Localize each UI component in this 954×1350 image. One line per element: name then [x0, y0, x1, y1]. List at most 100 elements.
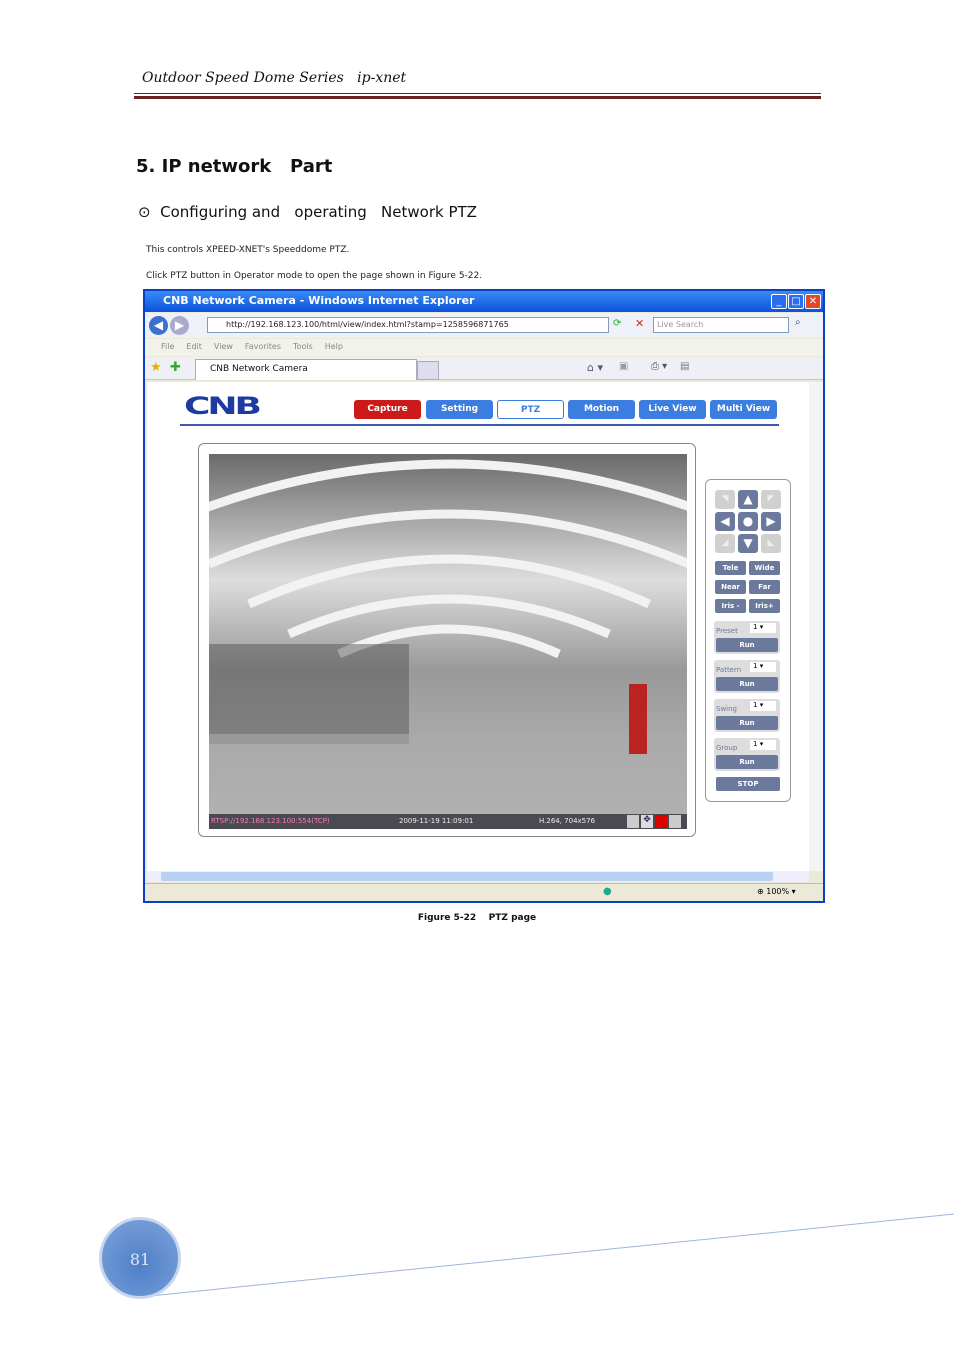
video-panel: RTSP://192.168.123.100:554(TCP) 2009-11-…: [198, 443, 696, 837]
preset-value: 1: [753, 623, 758, 631]
camera-video[interactable]: [209, 454, 687, 814]
pattern-group: Pattern 1 ▾ Run: [714, 660, 780, 693]
swing-select[interactable]: 1 ▾: [750, 701, 776, 711]
scroll-thumb[interactable]: [161, 872, 773, 881]
zoom-level[interactable]: ⊕ 100% ▾: [757, 887, 796, 896]
search-input[interactable]: Live Search: [653, 317, 789, 333]
address-bar: ◀ ▶ http://192.168.123.100/html/view/ind…: [145, 313, 823, 338]
tab-multi-view[interactable]: Multi View: [710, 400, 777, 419]
tab-ptz[interactable]: PTZ: [497, 400, 564, 419]
nav-divider: [180, 424, 779, 426]
preset-run-button[interactable]: Run: [716, 638, 778, 652]
pan-up-right-button[interactable]: ◤: [761, 490, 781, 509]
paragraph: Click PTZ button in Operator mode to ope…: [146, 271, 483, 281]
menu-file[interactable]: File: [161, 342, 174, 356]
group-run-button[interactable]: Run: [716, 755, 778, 769]
swing-group: Swing 1 ▾ Run: [714, 699, 780, 732]
pattern-run-button[interactable]: Run: [716, 677, 778, 691]
forward-icon[interactable]: ▶: [170, 316, 189, 335]
fit-icon[interactable]: [627, 815, 639, 828]
header-rule: [134, 93, 821, 94]
pattern-select[interactable]: 1 ▾: [750, 662, 776, 672]
page-icon[interactable]: ▤: [680, 361, 689, 372]
swing-run-button[interactable]: Run: [716, 716, 778, 730]
near-button[interactable]: Near: [715, 580, 746, 594]
zoom-value: 100%: [766, 887, 790, 896]
maximize-button[interactable]: □: [788, 294, 804, 309]
new-tab-button[interactable]: [417, 361, 439, 380]
tab-setting[interactable]: Setting: [426, 400, 493, 419]
terminal-scene-image: [209, 459, 687, 814]
group-value: 1: [753, 740, 758, 748]
add-favorite-icon[interactable]: ✚: [170, 360, 181, 375]
menu-tools[interactable]: Tools: [293, 342, 313, 356]
pan-left-button[interactable]: ◀: [715, 512, 735, 531]
horizontal-scrollbar[interactable]: [147, 871, 809, 882]
wide-button[interactable]: Wide: [749, 561, 780, 575]
internet-zone-icon: ●: [603, 886, 612, 897]
pan-up-left-button[interactable]: ◥: [715, 490, 735, 509]
menu-favorites[interactable]: Favorites: [245, 342, 281, 356]
tab-capture[interactable]: Capture: [354, 400, 421, 419]
tele-button[interactable]: Tele: [715, 561, 746, 575]
home-icon[interactable]: ⌂ ▾: [587, 361, 603, 374]
search-icon[interactable]: ⌕: [795, 317, 801, 328]
pan-right-button[interactable]: ▶: [761, 512, 781, 531]
pan-down-button[interactable]: ▼: [738, 534, 758, 553]
stop-button[interactable]: STOP: [716, 777, 780, 791]
vertical-scrollbar[interactable]: [809, 382, 823, 871]
section-subtitle: ⊙ Configuring and operating Network PTZ: [138, 203, 477, 221]
video-status-bar: RTSP://192.168.123.100:554(TCP) 2009-11-…: [209, 814, 687, 829]
preset-group: Preset 1 ▾ Run: [714, 621, 780, 654]
pattern-label: Pattern: [716, 666, 742, 674]
home-position-button[interactable]: ●: [738, 512, 758, 531]
print-icon[interactable]: ⎙ ▾: [651, 361, 667, 372]
pan-up-button[interactable]: ▲: [738, 490, 758, 509]
group-select[interactable]: 1 ▾: [750, 740, 776, 750]
menu-bar: File Edit View Favorites Tools Help: [145, 339, 823, 356]
browser-tab[interactable]: CNB Network Camera: [195, 359, 417, 380]
swing-label: Swing: [716, 705, 737, 713]
section-title: 5. IP network Part: [136, 156, 333, 177]
pan-down-left-button[interactable]: ◢: [715, 534, 735, 553]
refresh-icon[interactable]: ⟳: [613, 318, 621, 329]
preset-label: Preset: [716, 627, 738, 635]
back-icon[interactable]: ◀: [149, 316, 168, 335]
far-button[interactable]: Far: [749, 580, 780, 594]
ptz-control-panel: ◥ ▲ ◤ ◀ ● ▶ ◢ ▼ ◣ Tele Wide Near Far Iri…: [705, 479, 791, 802]
status-bar: ● ⊕ 100% ▾: [145, 883, 823, 901]
alarm-icon[interactable]: [655, 815, 667, 828]
menu-view[interactable]: View: [214, 342, 233, 356]
browser-window: CNB Network Camera - Windows Internet Ex…: [143, 289, 825, 903]
group-group: Group 1 ▾ Run: [714, 738, 780, 771]
figure-caption: Figure 5-22 PTZ page: [417, 913, 537, 923]
tab-motion[interactable]: Motion: [568, 400, 635, 419]
close-button[interactable]: ✕: [805, 294, 821, 309]
preset-select[interactable]: 1 ▾: [750, 623, 776, 633]
pattern-value: 1: [753, 662, 758, 670]
swing-value: 1: [753, 701, 758, 709]
pan-down-right-button[interactable]: ◣: [761, 534, 781, 553]
tab-live-view[interactable]: Live View: [639, 400, 706, 419]
paragraph: This controls XPEED-XNET's Speeddome PTZ…: [146, 245, 350, 255]
record-icon[interactable]: [669, 815, 681, 828]
feeds-icon[interactable]: ▣: [619, 361, 628, 372]
iris-minus-button[interactable]: Iris -: [715, 599, 746, 613]
move-icon[interactable]: ✥: [641, 815, 653, 828]
header-rule-thick: [134, 96, 821, 99]
menu-help[interactable]: Help: [325, 342, 343, 356]
favorites-star-icon[interactable]: ★: [150, 360, 162, 375]
minimize-button[interactable]: _: [771, 294, 787, 309]
video-timestamp: 2009-11-19 11:09:01: [399, 817, 474, 825]
group-label: Group: [716, 744, 738, 752]
iris-plus-button[interactable]: Iris+: [749, 599, 780, 613]
stream-url: RTSP://192.168.123.100:554(TCP): [211, 817, 330, 825]
window-title: CNB Network Camera - Windows Internet Ex…: [145, 291, 823, 312]
running-header: Outdoor Speed Dome Series ip-xnet: [142, 70, 407, 86]
menu-edit[interactable]: Edit: [186, 342, 202, 356]
stop-icon[interactable]: ✕: [635, 317, 644, 330]
favorites-bar: ★ ✚ CNB Network Camera ⌂ ▾ ▣ ⎙ ▾ ▤: [145, 357, 823, 380]
url-input[interactable]: http://192.168.123.100/html/view/index.h…: [207, 317, 609, 333]
page-number: 81: [99, 1217, 181, 1299]
page-content: CNB Capture Setting PTZ Motion Live View…: [147, 382, 809, 871]
